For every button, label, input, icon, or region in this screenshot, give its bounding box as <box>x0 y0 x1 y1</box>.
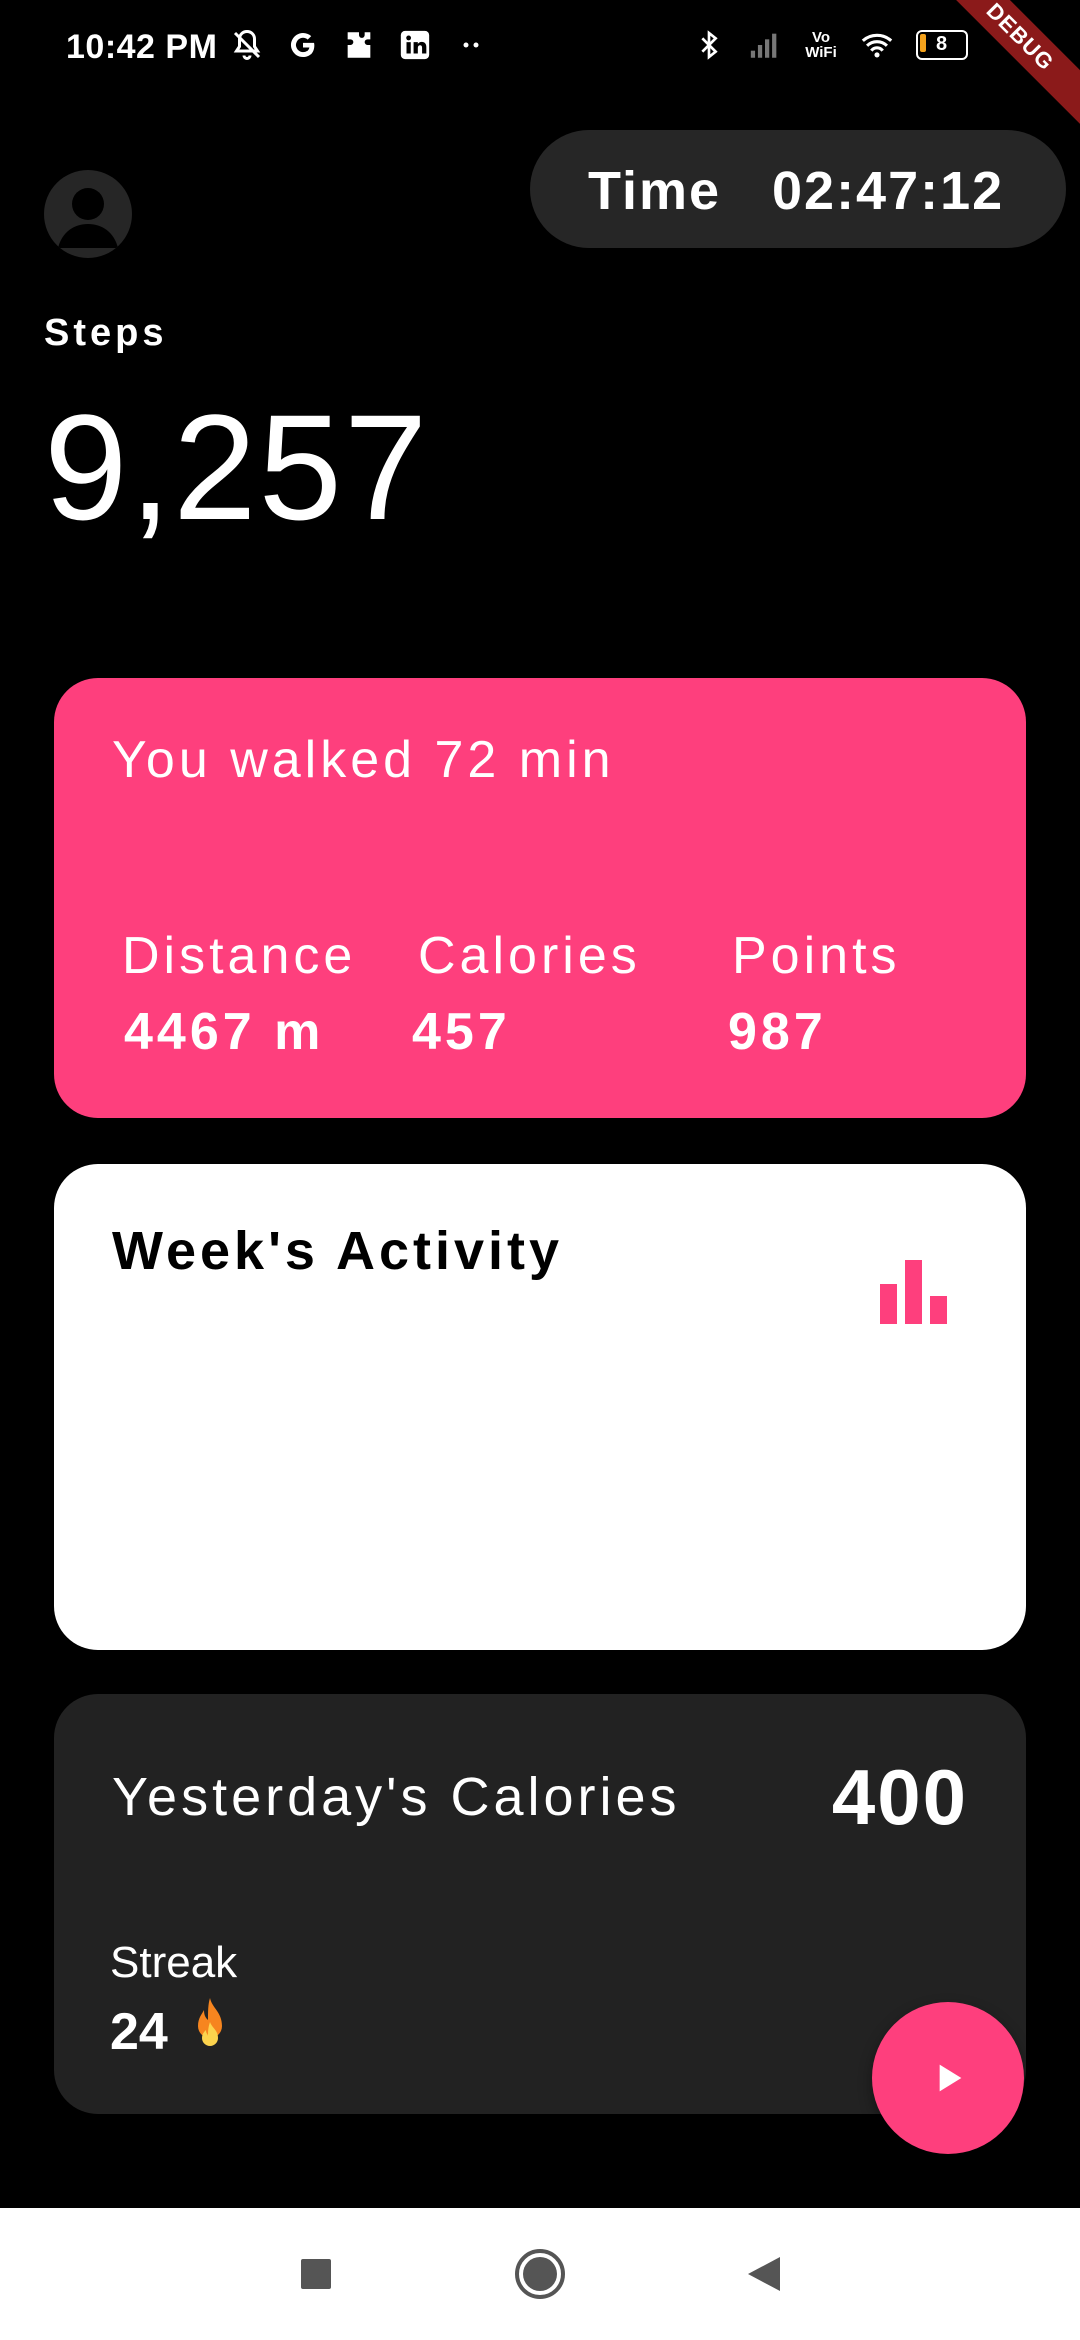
status-time: 10:42 PM <box>66 28 218 66</box>
time-pill: Time 02:47:12 <box>530 130 1066 248</box>
week-activity-card[interactable]: Week's Activity <box>54 1164 1026 1650</box>
points-value: 987 <box>728 1003 827 1061</box>
yesterday-calories-label: Yesterday's Calories <box>112 1767 681 1827</box>
steps-label: Steps <box>44 312 168 354</box>
bell-off-icon <box>228 26 266 64</box>
streak-value-row: 24 <box>110 1996 234 2067</box>
system-navigation-bar <box>0 2208 1080 2340</box>
back-triangle-icon <box>748 2257 780 2291</box>
yesterday-calories-value: 400 <box>831 1753 968 1841</box>
google-icon <box>284 26 322 64</box>
app-screen: 10:42 PM Vo WiFi 8 DEBUG Time 02:47:12 S… <box>0 0 1080 2340</box>
start-walk-button[interactable] <box>872 2002 1024 2154</box>
fire-icon <box>186 1996 234 2067</box>
distance-value: 4467 m <box>124 1003 325 1061</box>
streak-label: Streak <box>110 1938 238 1987</box>
time-label: Time <box>588 161 722 221</box>
distance-label: Distance <box>122 927 357 985</box>
battery-level: 8 <box>936 33 948 55</box>
play-icon <box>939 2064 962 2092</box>
time-value: 02:47:12 <box>772 161 1005 221</box>
status-bar: 10:42 PM Vo WiFi 8 DEBUG <box>0 0 1080 136</box>
bar-chart-icon <box>878 1256 950 1328</box>
week-activity-title: Week's Activity <box>112 1221 564 1281</box>
bluetooth-icon <box>690 26 728 64</box>
points-label: Points <box>732 927 901 985</box>
walk-summary-card: You walked 72 min Distance 4467 m Calori… <box>54 678 1026 1118</box>
debug-banner: DEBUG <box>921 0 1080 136</box>
puzzle-icon <box>340 26 378 64</box>
home-button[interactable] <box>510 2244 570 2304</box>
linkedin-icon <box>396 26 434 64</box>
square-icon <box>301 2259 331 2289</box>
profile-avatar[interactable] <box>44 170 132 258</box>
recents-button[interactable] <box>286 2244 346 2304</box>
walk-title: You walked 72 min <box>112 731 615 789</box>
steps-value: 9,257 <box>44 383 430 551</box>
notification-icons <box>228 26 490 64</box>
calories-value: 457 <box>412 1003 511 1061</box>
person-icon <box>58 188 118 248</box>
vowifi-icon: Vo WiFi <box>802 26 840 64</box>
back-button[interactable] <box>734 2244 794 2304</box>
calories-label: Calories <box>418 927 641 985</box>
signal-icon <box>746 26 784 64</box>
streak-value: 24 <box>110 2002 168 2061</box>
more-dots-icon <box>452 26 490 64</box>
system-icons: Vo WiFi 8 <box>690 26 970 64</box>
vowifi-label: Vo WiFi <box>805 29 837 61</box>
battery-icon: 8 <box>914 26 970 64</box>
circle-icon <box>515 2249 565 2299</box>
wifi-icon <box>858 26 896 64</box>
